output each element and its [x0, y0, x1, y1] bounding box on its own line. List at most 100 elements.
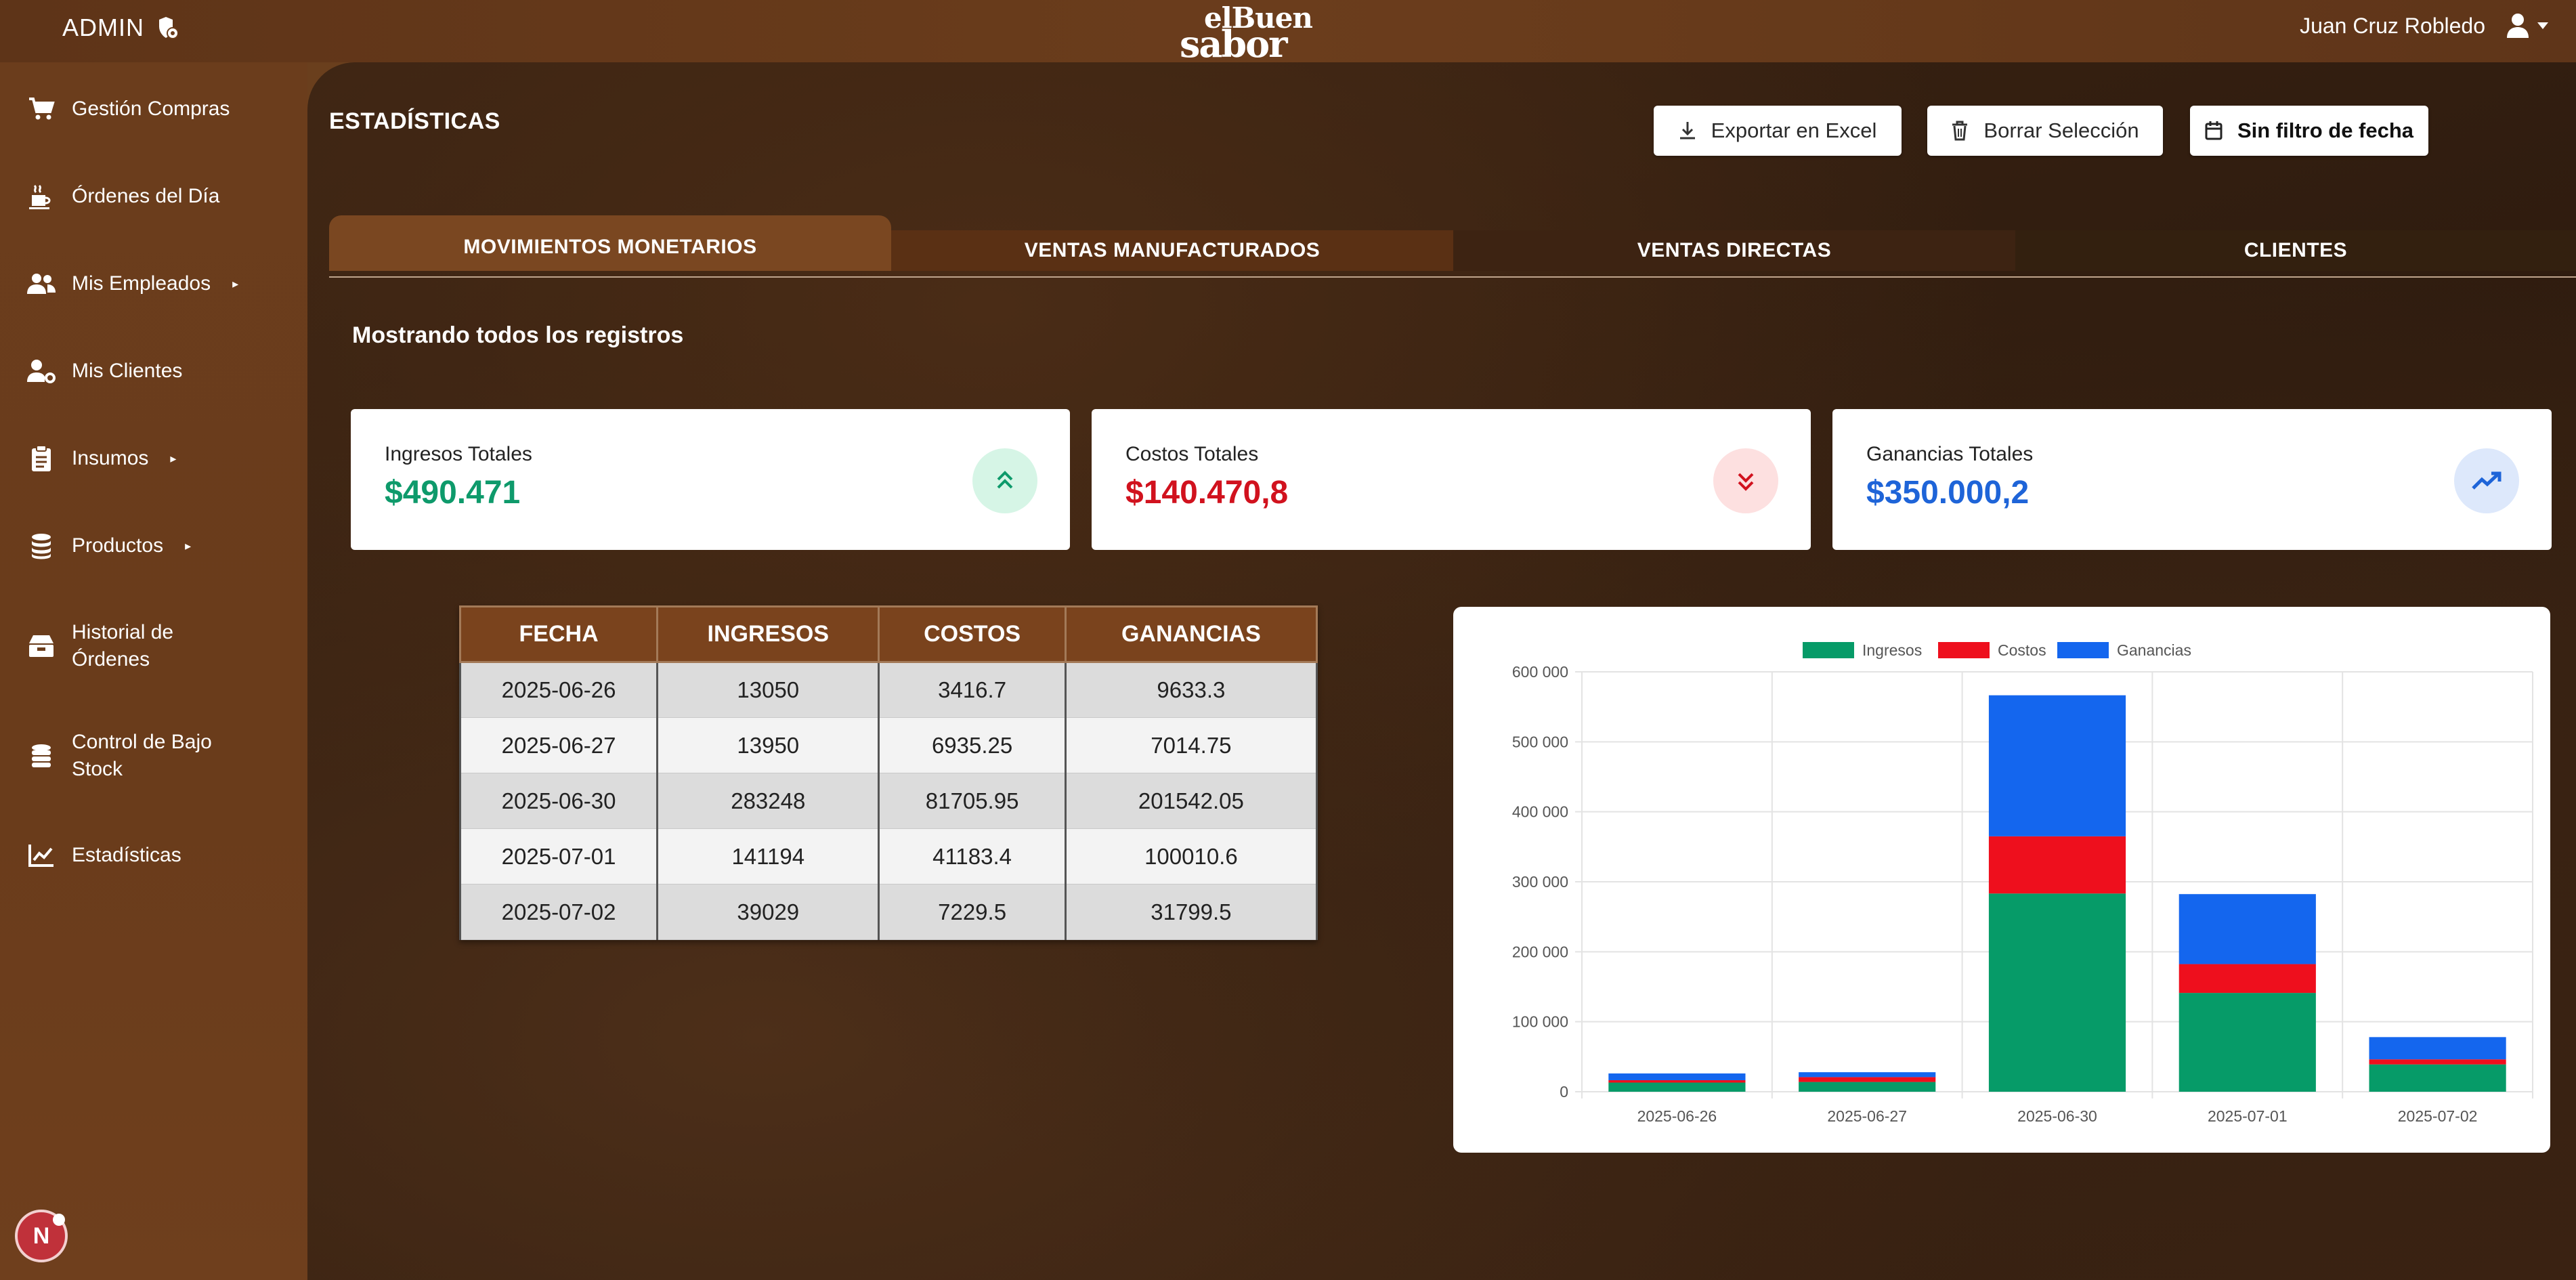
sidebar-item-gestion-compras[interactable]: Gestión Compras — [27, 95, 230, 123]
bar-costos — [1988, 836, 2126, 894]
bar-ganancias — [1799, 1072, 1936, 1078]
sidebar-item-insumos[interactable]: Insumos ▸ — [27, 444, 176, 473]
y-tick-label: 0 — [1560, 1083, 1568, 1101]
sidebar: Gestión Compras Órdenes del Día Mis Empl… — [0, 62, 307, 1280]
y-tick-label: 400 000 — [1512, 803, 1568, 821]
admin-label: ADMIN — [62, 14, 144, 41]
tab-ventas-directas[interactable]: VENTAS DIRECTAS — [1453, 230, 2015, 271]
table-row: 2025-07-02 39029 7229.5 31799.5 — [458, 884, 1318, 940]
user-menu[interactable]: Juan Cruz Robledo — [2300, 12, 2549, 39]
column-header-costos[interactable]: COSTOS — [878, 605, 1067, 663]
table-row: 2025-07-01 141194 41183.4 100010.6 — [458, 828, 1318, 884]
brand-logo[interactable]: elBuen sabor — [1180, 3, 1313, 63]
cell-fecha: 2025-06-26 — [458, 662, 659, 718]
sidebar-item-mis-clientes[interactable]: Mis Clientes — [27, 357, 182, 385]
caret-down-icon — [2537, 22, 2548, 29]
notification-dot — [53, 1214, 65, 1226]
clipboard-icon — [27, 444, 56, 473]
tab-clientes[interactable]: CLIENTES — [2015, 230, 2576, 271]
y-tick-label: 100 000 — [1512, 1013, 1568, 1031]
cell-ganancias: 100010.6 — [1064, 828, 1318, 884]
user-gear-icon — [27, 357, 56, 385]
download-icon — [1679, 122, 1695, 140]
column-header-ingresos[interactable]: INGRESOS — [656, 605, 880, 663]
page-title: ESTADÍSTICAS — [329, 108, 500, 134]
stacked-bar-chart: 0 100 000 200 000 300 000 400 000 500 000 600 … — [1512, 641, 2533, 1125]
bar-ingresos — [1608, 1082, 1746, 1092]
card-value: $140.470,8 — [1125, 475, 1289, 511]
tabs-divider — [329, 276, 2576, 278]
sidebar-item-mis-empleados[interactable]: Mis Empleados ▸ — [27, 270, 238, 298]
cell-costos: 7229.5 — [878, 884, 1067, 940]
box-icon — [27, 632, 56, 660]
column-header-fecha[interactable]: FECHA — [458, 605, 659, 663]
x-tick-label: 2025-06-26 — [1637, 1107, 1717, 1125]
calendar-icon — [2205, 121, 2223, 140]
y-tick-label: 300 000 — [1512, 873, 1568, 891]
coins-icon — [27, 532, 56, 560]
legend-swatch-costos — [1938, 642, 1990, 658]
x-tick-label: 2025-07-02 — [2398, 1107, 2478, 1125]
bar-costos — [2369, 1059, 2506, 1065]
double-chevron-down-icon — [1713, 448, 1778, 513]
kitchen-icon — [27, 182, 56, 211]
movements-table: FECHA INGRESOS COSTOS GANANCIAS 2025-06-… — [458, 605, 1318, 940]
user-name: Juan Cruz Robledo — [2300, 13, 2485, 38]
sidebar-item-productos[interactable]: Productos ▸ — [27, 532, 191, 560]
bar-ganancias — [2178, 894, 2316, 964]
cell-ingresos: 141194 — [656, 828, 880, 884]
user-shield-icon — [159, 17, 178, 39]
y-tick-label: 600 000 — [1512, 663, 1568, 681]
submenu-arrow-icon: ▸ — [232, 276, 239, 291]
y-tick-label: 500 000 — [1512, 733, 1568, 750]
card-value: $490.471 — [385, 475, 521, 511]
cell-ingresos: 283248 — [656, 773, 880, 829]
clear-selection-button[interactable]: Borrar Selección — [1927, 106, 2163, 156]
tab-ventas-manufacturados[interactable]: VENTAS MANUFACTURADOS — [891, 230, 1453, 271]
table-row: 2025-06-26 13050 3416.7 9633.3 — [458, 662, 1318, 718]
date-filter-button[interactable]: Sin filtro de fecha — [2190, 106, 2428, 156]
records-info: Mostrando todos los registros — [352, 322, 684, 348]
export-excel-button[interactable]: Exportar en Excel — [1654, 106, 1902, 156]
users-icon — [27, 270, 56, 298]
y-tick-label: 200 000 — [1512, 943, 1568, 960]
table-header-row: FECHA INGRESOS COSTOS GANANCIAS — [458, 605, 1318, 663]
notification-badge[interactable]: N — [15, 1210, 68, 1262]
submenu-arrow-icon: ▸ — [170, 451, 177, 465]
legend-label-costos: Costos — [1998, 641, 2046, 659]
cell-fecha: 2025-07-01 — [458, 828, 659, 884]
column-header-ganancias[interactable]: GANANCIAS — [1064, 605, 1318, 663]
cell-ingresos: 39029 — [656, 884, 880, 940]
cell-costos: 3416.7 — [878, 662, 1067, 718]
user-avatar[interactable] — [2506, 12, 2549, 39]
cell-costos: 6935.25 — [878, 717, 1067, 773]
bar-costos — [1799, 1077, 1936, 1082]
chart-line-icon — [27, 841, 56, 870]
cell-ingresos: 13050 — [656, 662, 880, 718]
card-label: Ingresos Totales — [385, 443, 532, 465]
cart-icon — [27, 95, 56, 123]
card-value: $350.000,2 — [1866, 475, 2030, 511]
bar-ingresos — [1988, 893, 2126, 1092]
sidebar-item-control-bajo-stock[interactable]: Control de Bajo Stock — [27, 729, 248, 783]
tab-movimientos-monetarios[interactable]: MOVIMIENTOS MONETARIOS — [329, 215, 891, 271]
cell-ganancias: 9633.3 — [1064, 662, 1318, 718]
sidebar-item-historial-de-ordenes[interactable]: Historial de Órdenes — [27, 619, 248, 673]
stack-icon — [27, 742, 56, 770]
bar-ganancias — [1988, 695, 2126, 836]
legend-swatch-ingresos — [1803, 642, 1854, 658]
bar-ingresos — [2369, 1064, 2506, 1092]
double-chevron-up-icon — [972, 448, 1037, 513]
legend-swatch-ganancias — [2057, 642, 2109, 658]
cell-ingresos: 13950 — [656, 717, 880, 773]
main-panel: ESTADÍSTICAS Exportar en Excel Borrar Se… — [307, 62, 2576, 1280]
top-bar: ADMIN elBuen sabor Juan Cruz Robledo — [0, 0, 2576, 62]
bar-ganancias — [2369, 1037, 2506, 1060]
cell-costos: 41183.4 — [878, 828, 1067, 884]
cell-ganancias: 31799.5 — [1064, 884, 1318, 940]
cell-ganancias: 7014.75 — [1064, 717, 1318, 773]
card-ganancias-totales: Ganancias Totales $350.000,2 — [1832, 409, 2552, 550]
sidebar-item-estadisticas[interactable]: Estadísticas — [27, 841, 181, 870]
cell-costos: 81705.95 — [878, 773, 1067, 829]
sidebar-item-ordenes-del-dia[interactable]: Órdenes del Día — [27, 182, 219, 211]
